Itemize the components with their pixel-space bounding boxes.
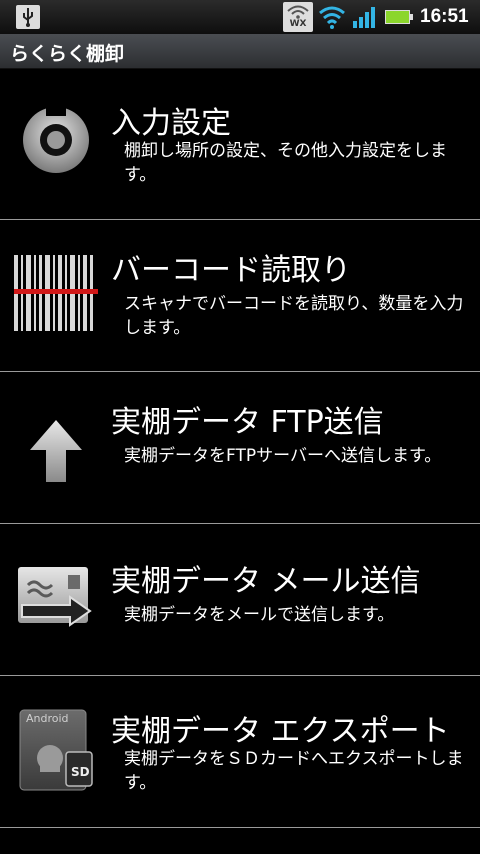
usb-icon xyxy=(16,5,40,29)
menu-item-description: スキャナでバーコードを読取り、数量を入力します。 xyxy=(124,294,464,338)
upload-arrow-icon xyxy=(30,420,82,482)
menu-item-title: 実棚データ エクスポート xyxy=(111,714,450,749)
menu-item-barcode-scan[interactable]: バーコード読取り スキャナでバーコードを読取り、数量を入力します。 xyxy=(0,220,480,372)
app-title-bar: らくらく棚卸 xyxy=(0,34,480,69)
app-title: らくらく棚卸 xyxy=(10,43,125,65)
menu-item-mail-send[interactable]: 実棚データ メール送信 実棚データをメールで送信します。 xyxy=(0,524,480,676)
menu-list: 入力設定 棚卸し場所の設定、その他入力設定をします。 バーコード読取り スキャナ… xyxy=(0,68,480,828)
menu-item-description: 棚卸し場所の設定、その他入力設定をします。 xyxy=(124,141,447,185)
sd-icon-label-top: Android xyxy=(26,712,69,725)
signal-icon xyxy=(353,7,375,28)
mail-send-icon xyxy=(18,567,92,627)
gear-icon xyxy=(23,100,89,173)
menu-item-ftp-send[interactable]: 実棚データ FTP送信 実棚データをFTPサーバーへ送信します。 xyxy=(0,372,480,524)
battery-icon xyxy=(385,10,413,24)
menu-item-description: 実棚データをメールで送信します。 xyxy=(124,605,395,625)
menu-item-title: 実棚データ メール送信 xyxy=(111,564,421,599)
barcode-icon xyxy=(14,255,98,331)
sd-card-icon: Android SD xyxy=(19,709,93,791)
menu-item-sd-export[interactable]: Android SD 実棚データ エクスポート 実棚データをＳＤカードへエクスポ… xyxy=(0,676,480,828)
menu-item-input-settings[interactable]: 入力設定 棚卸し場所の設定、その他入力設定をします。 xyxy=(0,68,480,220)
menu-item-title: 入力設定 xyxy=(111,106,231,141)
menu-item-title: バーコード読取り xyxy=(111,253,351,288)
menu-item-description: 実棚データをＳＤカードへエクスポートします。 xyxy=(124,749,464,793)
menu-item-description: 実棚データをFTPサーバーへ送信します。 xyxy=(124,446,442,466)
menu-item-title: 実棚データ FTP送信 xyxy=(111,405,384,440)
wx-icon: WX xyxy=(283,2,313,32)
status-time: 16:51 xyxy=(420,6,469,27)
status-bar: WX 16:51 xyxy=(0,0,480,34)
wx-label: WX xyxy=(289,19,307,29)
sd-icon-label-card: SD xyxy=(71,765,90,779)
wifi-icon xyxy=(319,6,345,29)
